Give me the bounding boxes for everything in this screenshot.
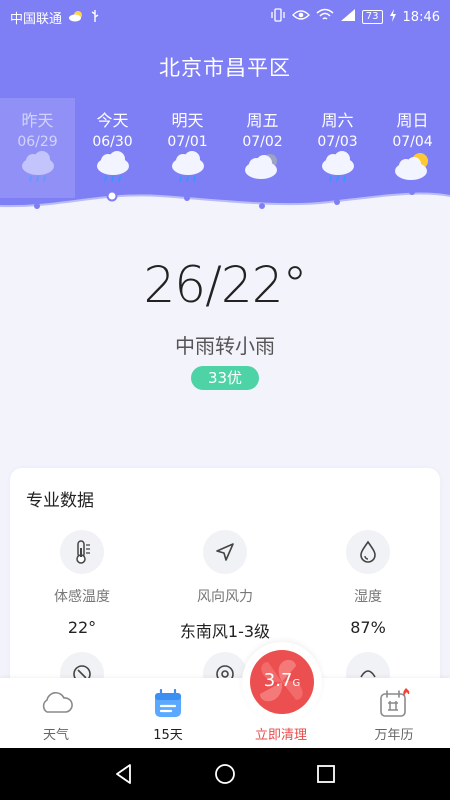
nav-almanac[interactable]: 万年历 [338,678,450,748]
forecast-day-name: 周六 [321,111,354,130]
wifi-icon [316,8,334,26]
bottom-nav: 天气 15天 立即清理 万年历 [0,678,450,748]
humidity-metric: 湿度 87% [298,530,438,637]
clean-fan-icon[interactable]: 3.7G [250,650,314,714]
card-title: 专业数据 [26,491,94,511]
home-icon[interactable] [213,762,237,786]
forecast-day-name: 明天 [171,111,204,130]
aqi-badge[interactable]: 33优 [191,366,259,390]
weather-icon [68,10,84,26]
forecast-day-name: 周五 [246,111,279,130]
nav-weather[interactable]: 天气 [0,678,112,748]
wind-metric: 风向风力 东南风1-3级 [155,530,295,642]
battery-indicator: 73 [361,10,383,24]
nav-label: 万年历 [374,728,414,743]
forecast-day-date: 07/02 [242,134,283,150]
metric-value: 东南风1-3级 [179,622,271,641]
forecast-day-date: 06/30 [92,134,133,150]
status-time: 18:46 [402,9,440,25]
rain-cloud-icon [172,151,204,182]
forecast-day-date: 06/29 [17,134,58,150]
recents-icon[interactable] [314,762,338,786]
forecast-point [409,189,415,195]
system-nav-bar [0,748,450,800]
forecast-point [34,203,40,209]
eye-icon [291,9,310,25]
rain-cloud-icon [322,151,354,182]
charging-icon [389,8,397,26]
forecast-point [184,195,190,201]
metric-value: 22° [67,618,97,637]
nav-label: 15天 [153,728,183,743]
usb-icon [90,9,100,27]
thermometer-icon [60,530,104,574]
forecast-day[interactable]: 昨天 06/29 [0,98,75,198]
forecast-day-date: 07/03 [317,134,358,150]
forecast-day[interactable]: 周六 07/03 [300,98,375,198]
carrier-name: 中国联通 [10,12,63,27]
nav-label: 立即清理 [254,728,307,743]
today-point [106,190,118,202]
forecast-day[interactable]: 今天 06/30 [75,98,150,198]
metric-label: 体感温度 [54,589,110,605]
partly-sunny-icon [395,153,428,180]
current-temperature: 26/22° [143,256,307,314]
metric-value: 87% [350,618,386,637]
cloud-icon [42,692,73,713]
humidity-drop-icon [346,530,390,574]
forecast-day-date: 07/01 [167,134,208,150]
signal-icon [340,8,356,26]
forecast-day[interactable]: 周日 07/04 [375,98,450,198]
vibrate-icon [270,8,286,26]
forecast-day-name: 今天 [96,111,129,130]
rain-cloud-icon [97,151,129,182]
nav-label: 天气 [42,728,69,743]
weather-condition: 中雨转小雨 [175,334,275,358]
forecast-point [334,199,340,205]
weather-header: 中国联通 73 18:46 北京市昌平区 昨天 06/29 今天 06/30 明… [0,0,450,222]
almanac-calendar-icon [380,688,410,717]
city-name[interactable]: 北京市昌平区 [0,52,450,82]
forecast-strip: 昨天 06/29 今天 06/30 明天 07/01 周五 07/02 周六 0… [0,98,450,198]
forecast-point [259,203,265,209]
cloudy-icon [245,154,277,179]
forecast-day-name: 周日 [396,111,429,130]
calendar-list-icon [155,688,181,717]
forecast-day-date: 07/04 [392,134,433,150]
metric-label: 湿度 [354,589,382,605]
fire-icon [403,688,410,696]
metric-label: 风向风力 [197,589,253,605]
wind-direction-icon [203,530,247,574]
forecast-day-name: 昨天 [21,111,54,130]
back-icon[interactable] [112,762,136,786]
feels-like-metric: 体感温度 22° [12,530,152,637]
forecast-day[interactable]: 周五 07/02 [225,98,300,198]
forecast-day[interactable]: 明天 07/01 [150,98,225,198]
clean-size: 3.7G [263,670,301,691]
rain-cloud-icon [22,151,54,182]
temperature-wave [0,189,450,222]
status-bar: 中国联通 73 18:46 [0,0,450,32]
nav-15-days[interactable]: 15天 [112,678,224,748]
